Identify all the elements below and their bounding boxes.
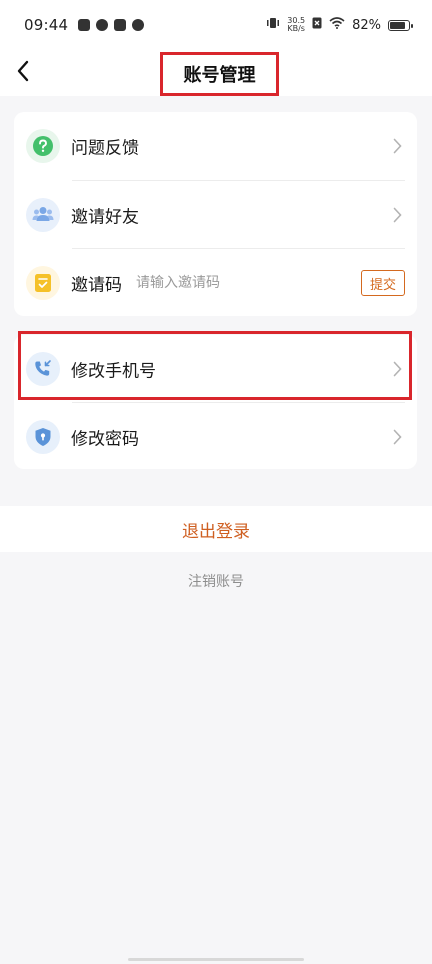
page-title: 账号管理 [160,52,279,96]
menu-item-invite-friends[interactable]: 邀请好友 [14,181,417,249]
menu-item-label: 问题反馈 [71,138,139,159]
menu-card-general: 问题反馈 邀请好友 邀请码 请输入邀请码 提交 [14,112,417,316]
network-speed: 30.5 KB/s [287,17,305,33]
battery-percent: 82% [352,17,381,33]
status-bar: 09:44 30.5 KB/s 82% [0,0,432,50]
menu-card-security: 修改手机号 修改密码 [14,335,417,469]
app-notification-icon [132,19,145,31]
back-button[interactable] [8,54,38,88]
menu-item-change-password[interactable]: 修改密码 [14,403,417,471]
status-right: 30.5 KB/s 82% [266,17,413,33]
vibrate-icon [266,17,280,33]
shield-lock-icon [26,420,60,454]
menu-item-feedback[interactable]: 问题反馈 [14,112,417,180]
notification-icons [78,19,145,31]
menu-item-label: 修改手机号 [71,361,156,382]
menu-item-invite-code: 邀请码 提交 [14,249,417,317]
invite-code-input[interactable] [136,268,356,298]
tiktok-icon [114,19,127,31]
chevron-left-icon [17,60,29,82]
chevron-right-icon [391,138,403,154]
chevron-right-icon [391,361,403,377]
nav-bar: 账号管理 [0,50,432,96]
battery-icon [388,19,413,31]
chevron-right-icon [391,207,403,223]
menu-item-label: 修改密码 [71,429,139,450]
app-notification-icon [78,19,91,31]
logout-button[interactable]: 退出登录 [0,506,432,552]
wifi-icon [329,17,345,33]
cancel-account-link[interactable]: 注销账号 [0,568,432,594]
phone-icon [26,352,60,386]
menu-item-change-phone[interactable]: 修改手机号 [14,335,417,403]
no-sim-icon [312,17,322,33]
menu-item-label: 邀请好友 [71,207,139,228]
network-speed-unit: KB/s [287,24,305,33]
chevron-right-icon [391,429,403,445]
friends-icon [26,198,60,232]
menu-item-label: 邀请码 [71,275,122,296]
submit-invite-code-button[interactable]: 提交 [361,270,405,296]
status-time: 09:44 [24,16,69,34]
battery-fill [390,21,405,29]
question-icon [26,129,60,163]
invite-code-icon [26,266,60,300]
home-indicator [128,958,304,961]
app-notification-icon [96,19,109,31]
